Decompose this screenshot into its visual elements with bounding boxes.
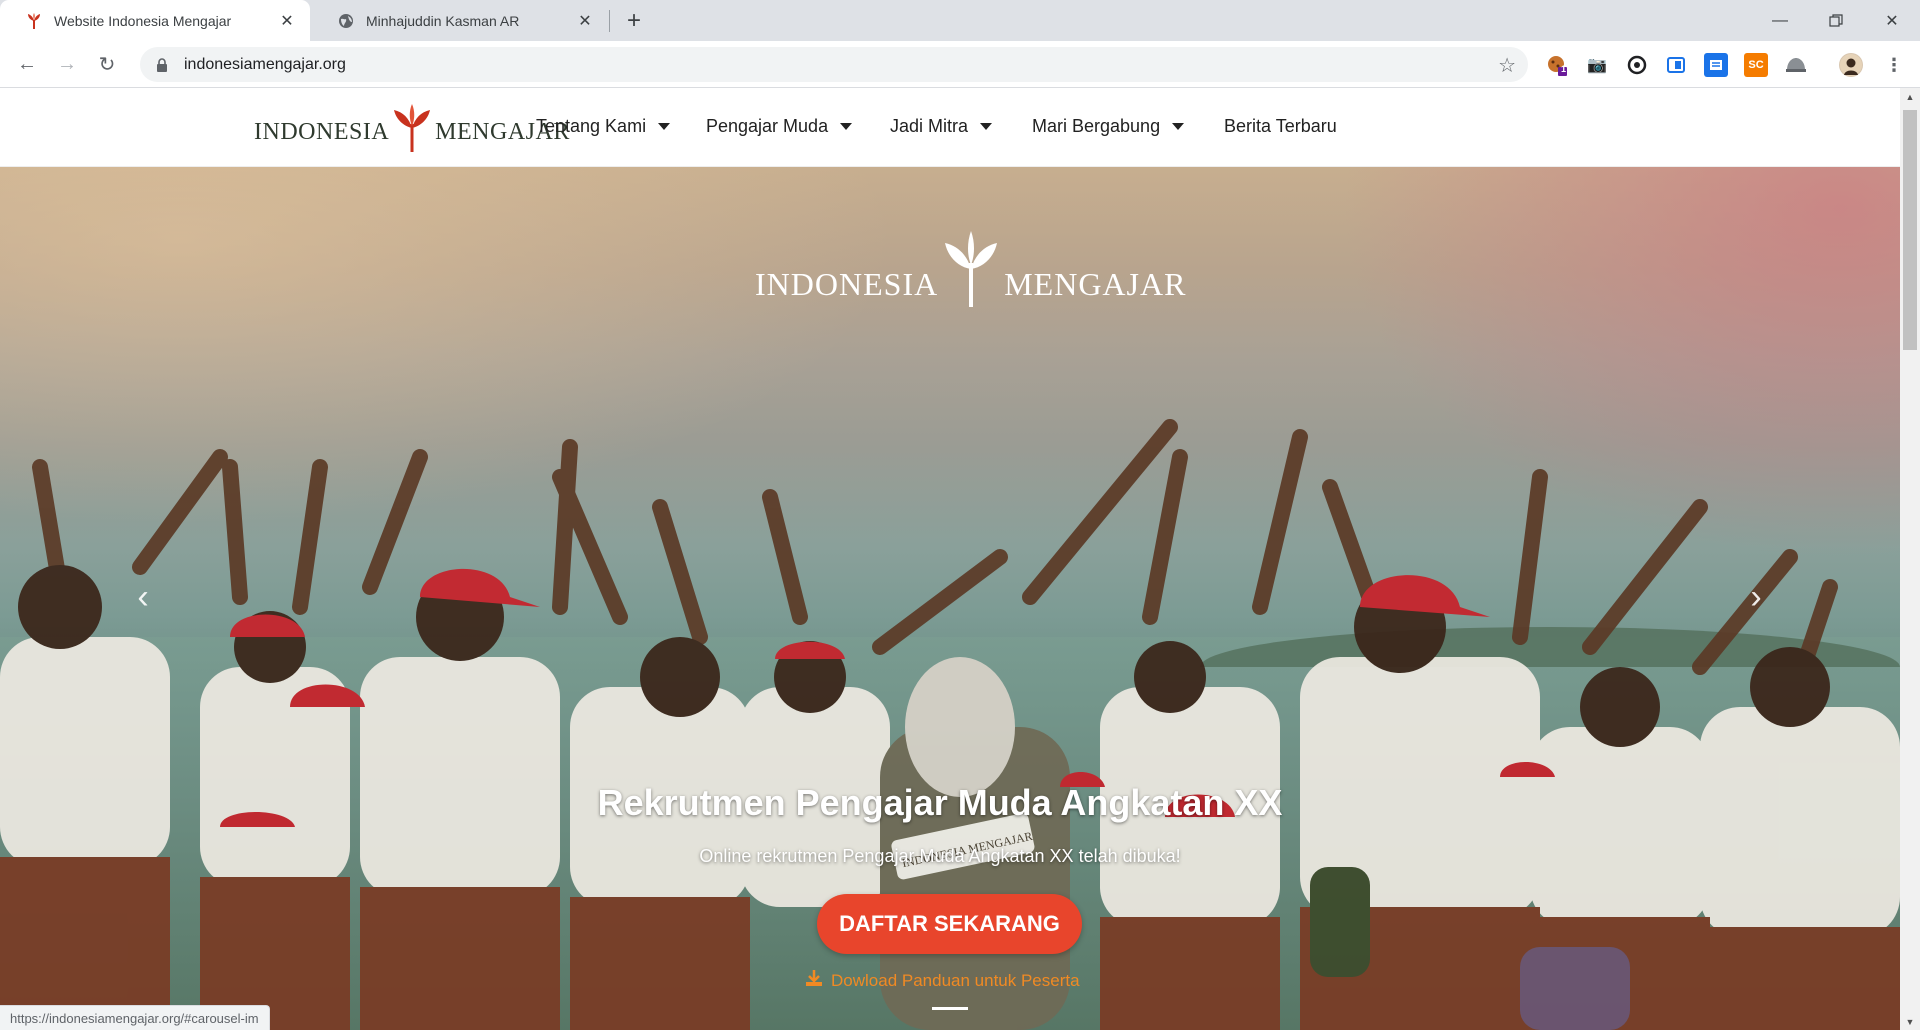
- menu-pengajar-muda[interactable]: Pengajar Muda: [706, 116, 853, 137]
- page-scrollbar[interactable]: ▲ ▼: [1900, 88, 1920, 1030]
- profile-avatar-icon[interactable]: [1839, 53, 1863, 77]
- hero-carousel: INDONESIA MENGAJAR INDONESIA MENGAJAR ‹ …: [0, 167, 1900, 1030]
- extension-badge: 1: [1561, 64, 1567, 74]
- tab-strip: Website Indonesia Mengajar ✕ Minhajuddin…: [0, 0, 1920, 41]
- hero-logo: INDONESIA MENGAJAR: [755, 229, 1186, 309]
- minimize-icon[interactable]: —: [1752, 0, 1808, 41]
- hero-title: Rekrutmen Pengajar Muda Angkatan XX: [597, 782, 1283, 823]
- caret-down-icon: [658, 123, 671, 130]
- download-icon: [805, 969, 823, 992]
- status-bar-url: https://indonesiamengajar.org/#carousel-…: [0, 1005, 270, 1030]
- caret-down-icon: [980, 123, 993, 130]
- lock-icon: [154, 57, 170, 73]
- hero-logo-tree-icon: [945, 231, 998, 307]
- hero-logo-left: INDONESIA: [755, 265, 939, 302]
- tab-close-icon[interactable]: ✕: [576, 12, 594, 30]
- logo-tree-icon: [394, 104, 431, 152]
- helmet-extension-icon[interactable]: [1784, 53, 1808, 77]
- menu-label: Berita Terbaru: [1224, 116, 1337, 136]
- tab-minhajuddin[interactable]: Minhajuddin Kasman AR ✕: [312, 0, 608, 41]
- indonesia-mengajar-favicon-icon: [25, 12, 43, 30]
- carousel-caption: Rekrutmen Pengajar Muda Angkatan XX Onli…: [0, 782, 1880, 867]
- reader-extension-icon[interactable]: [1704, 53, 1728, 77]
- menu-label: Jadi Mitra: [890, 116, 969, 136]
- menu-label: Tentang Kami: [536, 116, 647, 136]
- globe-icon: [337, 12, 355, 30]
- forward-arrow-icon[interactable]: →: [52, 49, 82, 79]
- scroll-down-arrow-icon[interactable]: ▼: [1900, 1013, 1920, 1030]
- extension-cookie-icon[interactable]: 1: [1545, 53, 1569, 77]
- tab-separator: [609, 10, 610, 32]
- carousel-prev-chevron-icon[interactable]: ‹: [123, 577, 163, 617]
- menu-jadi-mitra[interactable]: Jadi Mitra: [890, 116, 993, 137]
- hero-subtitle: Online rekrutmen Pengajar Muda Angkatan …: [699, 846, 1181, 866]
- address-bar[interactable]: indonesiamengajar.org ☆: [140, 47, 1528, 82]
- site-logo[interactable]: INDONESIA MENGAJAR: [254, 102, 570, 154]
- carousel-indicator-active[interactable]: [932, 1007, 968, 1010]
- caret-down-icon: [1172, 123, 1185, 130]
- sc-extension-icon[interactable]: SC: [1744, 53, 1768, 77]
- tab-indonesia-mengajar[interactable]: Website Indonesia Mengajar ✕: [0, 0, 310, 41]
- hero-logo-right: MENGAJAR: [1004, 265, 1187, 302]
- caret-down-icon: [840, 123, 853, 130]
- reload-icon[interactable]: ↻: [92, 49, 122, 79]
- camera-extension-icon[interactable]: 📷: [1585, 53, 1609, 77]
- new-tab-plus-icon[interactable]: +: [620, 7, 648, 35]
- tab-close-icon[interactable]: ✕: [278, 12, 296, 30]
- daftar-sekarang-button[interactable]: DAFTAR SEKARANG: [817, 894, 1082, 954]
- bookmark-star-icon[interactable]: ☆: [1498, 53, 1516, 78]
- menu-label: Pengajar Muda: [706, 116, 829, 136]
- tab-title: Website Indonesia Mengajar: [54, 12, 232, 29]
- carousel-next-chevron-icon[interactable]: ›: [1736, 577, 1776, 617]
- chrome-menu-kebab-icon[interactable]: ⋮: [1882, 53, 1906, 77]
- menu-berita-terbaru[interactable]: Berita Terbaru: [1224, 116, 1337, 137]
- scrollbar-thumb[interactable]: [1903, 110, 1917, 350]
- menu-tentang-kami[interactable]: Tentang Kami: [536, 116, 671, 137]
- blue-extension-icon[interactable]: [1664, 53, 1688, 77]
- download-guide-link[interactable]: Dowload Panduan untuk Peserta: [805, 969, 1080, 992]
- loop-extension-icon[interactable]: [1625, 53, 1649, 77]
- logo-text-left: INDONESIA: [254, 119, 390, 145]
- url-text: indonesiamengajar.org: [184, 55, 346, 73]
- site-navbar: INDONESIA MENGAJAR Tentang Kami Pengajar…: [0, 88, 1900, 167]
- download-label: Dowload Panduan untuk Peserta: [831, 970, 1080, 990]
- scroll-up-arrow-icon[interactable]: ▲: [1900, 88, 1920, 105]
- menu-label: Mari Bergabung: [1032, 116, 1161, 136]
- tab-title: Minhajuddin Kasman AR: [366, 12, 520, 29]
- restore-icon[interactable]: [1808, 0, 1864, 41]
- back-arrow-icon[interactable]: ←: [12, 49, 42, 79]
- close-window-icon[interactable]: ✕: [1864, 0, 1920, 41]
- browser-toolbar: ← → ↻ indonesiamengajar.org ☆ 1 📷 SC ⋮: [0, 41, 1920, 88]
- menu-mari-bergabung[interactable]: Mari Bergabung: [1032, 116, 1185, 137]
